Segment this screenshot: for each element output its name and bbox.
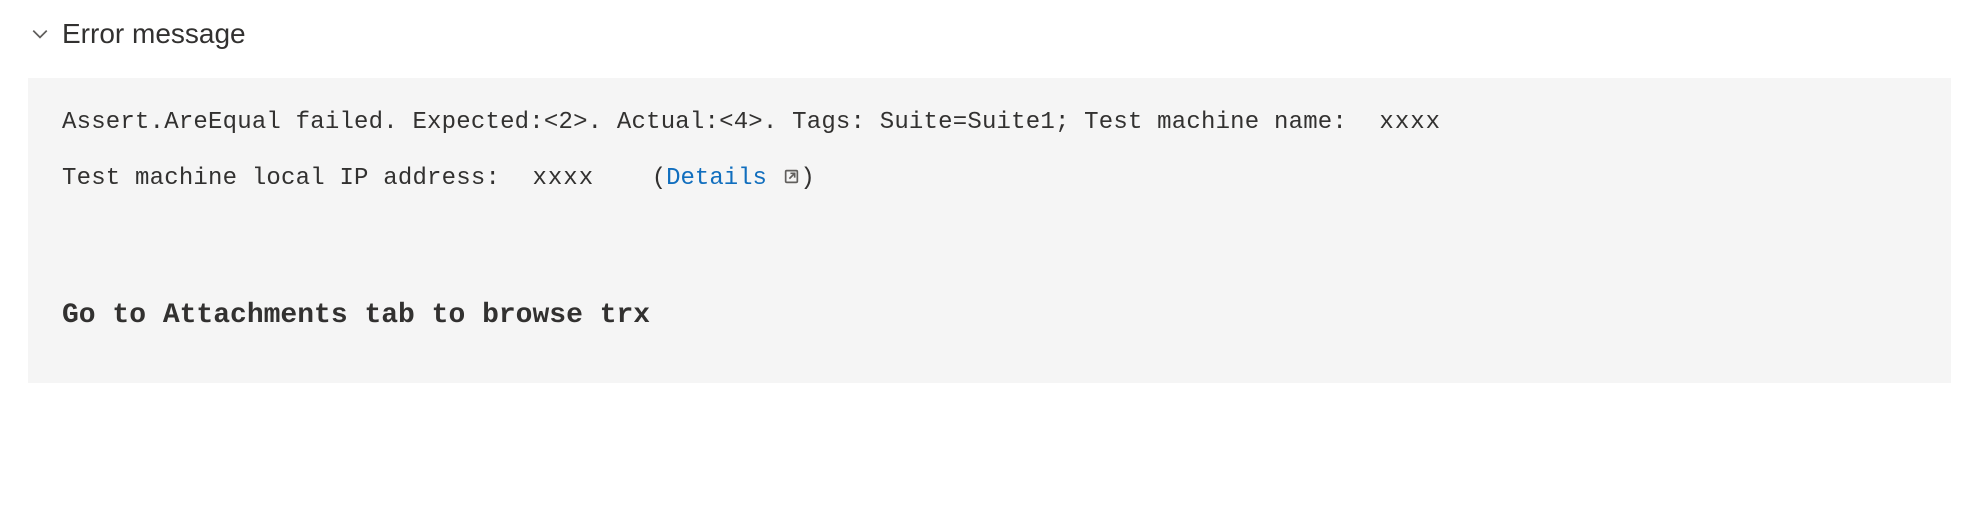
error-message-panel: Assert.AreEqual failed. Expected:<2>. Ac…	[28, 78, 1951, 383]
error-text-2: Test machine local IP address:	[62, 165, 500, 192]
paren-close: )	[800, 165, 814, 192]
error-line-2: Test machine local IP address: xxxx (Det…	[62, 162, 1917, 197]
machine-name-redacted: xxxx	[1379, 106, 1441, 140]
chevron-down-icon	[30, 24, 50, 44]
error-message-header[interactable]: Error message	[0, 0, 1963, 78]
error-line-1: Assert.AreEqual failed. Expected:<2>. Ac…	[62, 106, 1917, 140]
details-link[interactable]: Details	[666, 165, 767, 192]
attachments-hint: Go to Attachments tab to browse trx	[62, 296, 1917, 335]
error-text-1: Assert.AreEqual failed. Expected:<2>. Ac…	[62, 109, 1347, 136]
external-link-icon	[783, 163, 800, 197]
paren-open: (	[652, 165, 666, 192]
ip-redacted: xxxx	[532, 162, 594, 196]
section-title: Error message	[62, 18, 246, 50]
